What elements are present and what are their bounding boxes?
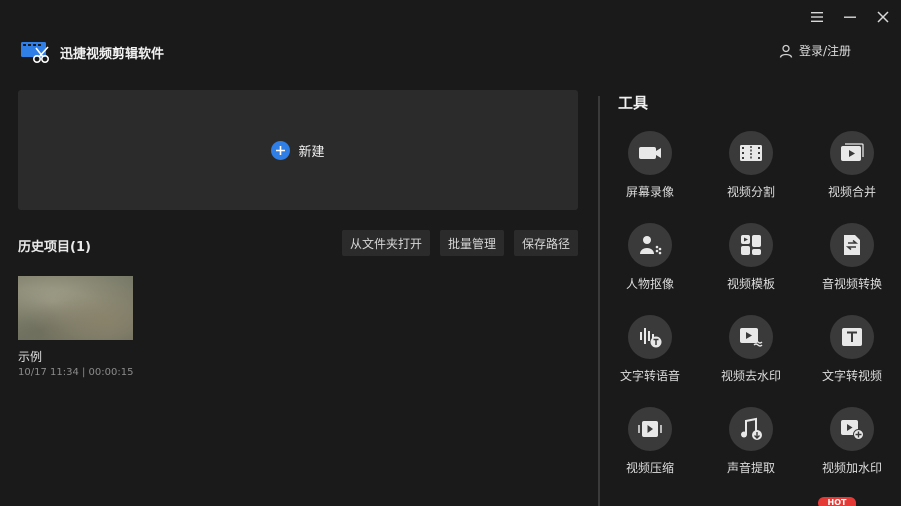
tool-remove-watermark[interactable]: 视频去水印 bbox=[706, 315, 796, 395]
convert-icon bbox=[830, 223, 874, 267]
template-icon bbox=[729, 223, 773, 267]
batch-manage-button[interactable]: 批量管理 bbox=[440, 230, 504, 256]
tool-video-split[interactable]: 视频分割 bbox=[706, 131, 796, 211]
tool-label: 声音提取 bbox=[726, 461, 775, 475]
minimize-icon[interactable] bbox=[841, 8, 859, 26]
person-cutout-icon bbox=[628, 223, 672, 267]
plus-icon bbox=[271, 140, 291, 160]
project-meta: 10/17 11:34 | 00:00:15 bbox=[18, 367, 134, 378]
tool-add-watermark[interactable]: 视频加水印 bbox=[807, 407, 897, 487]
tool-text-to-speech[interactable]: 文字转语音 bbox=[605, 315, 695, 395]
text-to-speech-icon bbox=[628, 315, 672, 359]
tool-video-merge[interactable]: 视频合并 bbox=[807, 131, 897, 211]
video-merge-icon bbox=[830, 131, 874, 175]
history-title: 历史项目(1) bbox=[18, 240, 91, 255]
project-thumbnail[interactable] bbox=[18, 276, 133, 340]
tool-label: 音视频转换 bbox=[821, 277, 882, 291]
audio-extract-icon bbox=[729, 407, 773, 451]
tool-label: 视频压缩 bbox=[625, 461, 674, 475]
film-split-icon bbox=[729, 131, 773, 175]
tool-label: 屏幕录像 bbox=[625, 185, 674, 199]
remove-watermark-icon bbox=[729, 315, 773, 359]
app-title: 迅捷视频剪辑软件 bbox=[60, 46, 165, 62]
app-header: 迅捷视频剪辑软件 bbox=[20, 38, 164, 66]
tool-audio-extract[interactable]: 声音提取 bbox=[706, 407, 796, 487]
add-watermark-icon bbox=[830, 407, 874, 451]
user-icon bbox=[779, 44, 793, 58]
project-name[interactable]: 示例 bbox=[18, 348, 42, 365]
menu-icon[interactable] bbox=[808, 8, 826, 26]
hot-badge: HOT bbox=[818, 497, 856, 506]
close-icon[interactable] bbox=[874, 8, 892, 26]
tool-label: 视频合并 bbox=[827, 185, 876, 199]
tool-screen-record[interactable]: 屏幕录像 bbox=[605, 131, 695, 211]
login-label: 登录/注册 bbox=[799, 44, 852, 58]
new-project-button[interactable]: 新建 bbox=[18, 90, 578, 210]
camera-icon bbox=[628, 131, 672, 175]
tool-label: 视频加水印 bbox=[821, 461, 882, 475]
tool-label: 人物抠像 bbox=[625, 277, 674, 291]
tool-label: 文字转视频 bbox=[821, 369, 882, 383]
tool-label: 视频分割 bbox=[726, 185, 775, 199]
tool-label: 视频模板 bbox=[726, 277, 775, 291]
tool-video-template[interactable]: 视频模板 bbox=[706, 223, 796, 303]
login-button[interactable]: 登录/注册 bbox=[779, 42, 851, 59]
tool-label: 文字转语音 bbox=[619, 369, 680, 383]
tool-label: 视频去水印 bbox=[720, 369, 781, 383]
tools-title: 工具 bbox=[618, 94, 649, 112]
save-path-button[interactable]: 保存路径 bbox=[514, 230, 578, 256]
app-logo-icon bbox=[21, 42, 49, 63]
panel-divider bbox=[598, 96, 600, 506]
title-bar bbox=[0, 0, 901, 34]
open-folder-button[interactable]: 从文件夹打开 bbox=[342, 230, 430, 256]
tool-person-cutout[interactable]: 人物抠像 bbox=[605, 223, 695, 303]
new-project-label: 新建 bbox=[298, 144, 325, 160]
tool-text-to-video[interactable]: 文字转视频 bbox=[807, 315, 897, 395]
tool-av-convert[interactable]: 音视频转换 bbox=[807, 223, 897, 303]
text-to-video-icon bbox=[830, 315, 874, 359]
compress-icon bbox=[628, 407, 672, 451]
tool-video-compress[interactable]: 视频压缩 bbox=[605, 407, 695, 487]
